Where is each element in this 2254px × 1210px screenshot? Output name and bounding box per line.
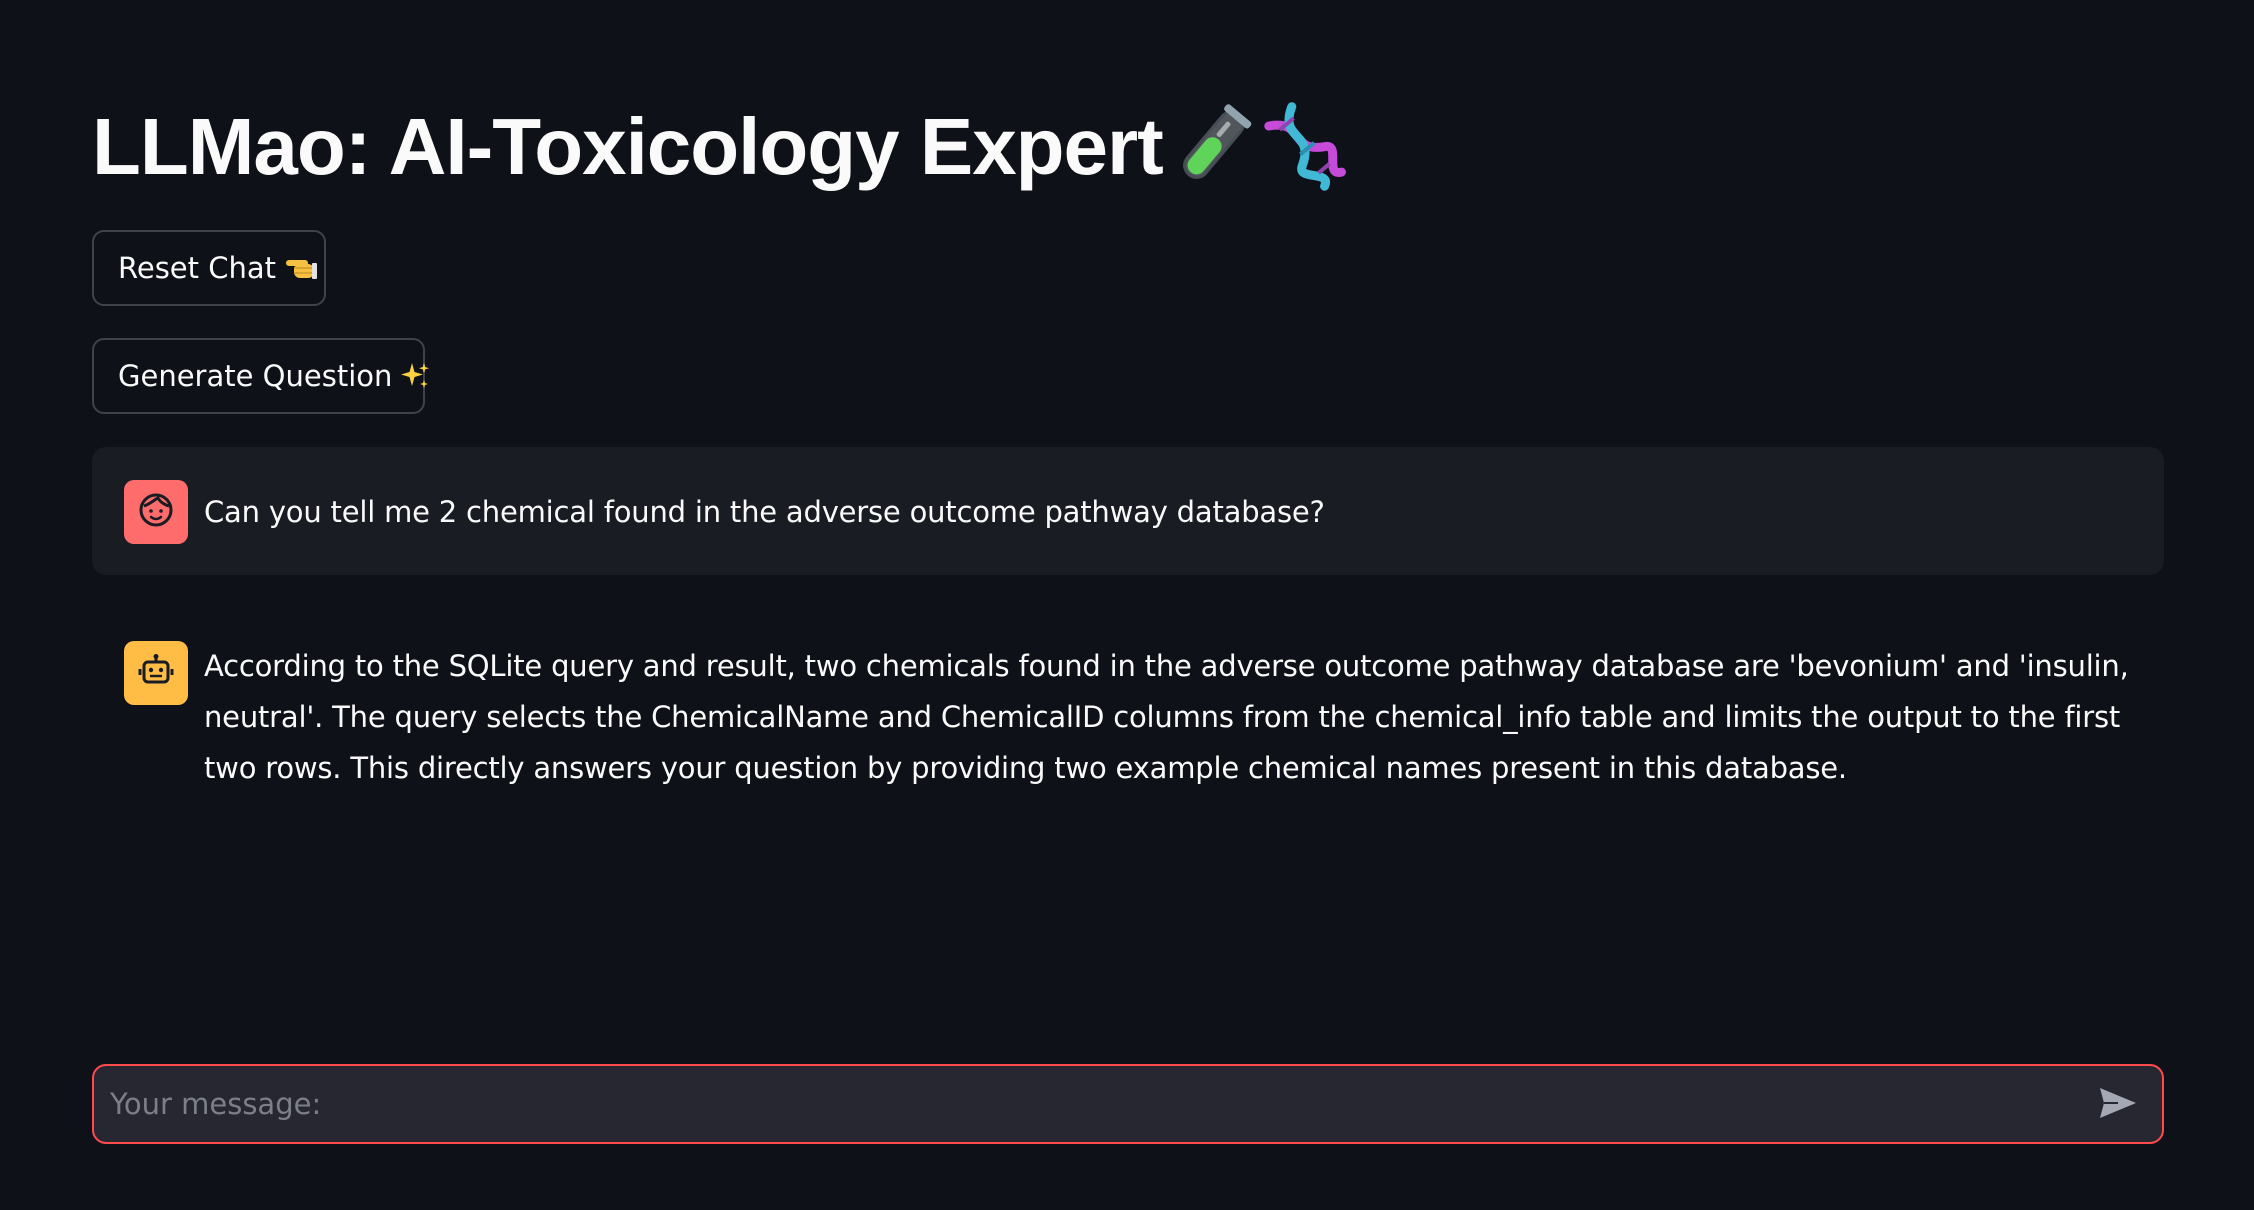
user-face-icon [138,492,174,532]
send-icon [2098,1086,2138,1123]
generate-question-label: Generate Question [118,359,393,393]
dna-icon [1261,101,1351,193]
assistant-message: According to the SQLite query and result… [92,620,2164,800]
page-title: LLMao: AI-Toxicology Expert [92,92,1351,202]
sparkles-icon [400,361,430,391]
chat-input-container [92,1064,2164,1144]
generate-question-button[interactable]: Generate Question [92,338,430,414]
user-message-text: Can you tell me 2 chemical found in the … [204,495,1325,529]
user-avatar [124,480,188,544]
robot-icon [138,653,174,693]
reset-chat-button[interactable]: Reset Chat [92,230,326,306]
reset-chat-label: Reset Chat [118,251,276,285]
test-tube-icon [1167,101,1257,193]
assistant-avatar [124,641,188,705]
user-message: Can you tell me 2 chemical found in the … [92,447,2164,575]
page-title-text: LLMao: AI-Toxicology Expert [92,102,1164,191]
pointing-hand-icon [284,255,318,281]
chat-message-input[interactable] [94,1066,2086,1142]
send-button[interactable] [2086,1072,2150,1136]
assistant-message-text: According to the SQLite query and result… [204,649,2129,785]
